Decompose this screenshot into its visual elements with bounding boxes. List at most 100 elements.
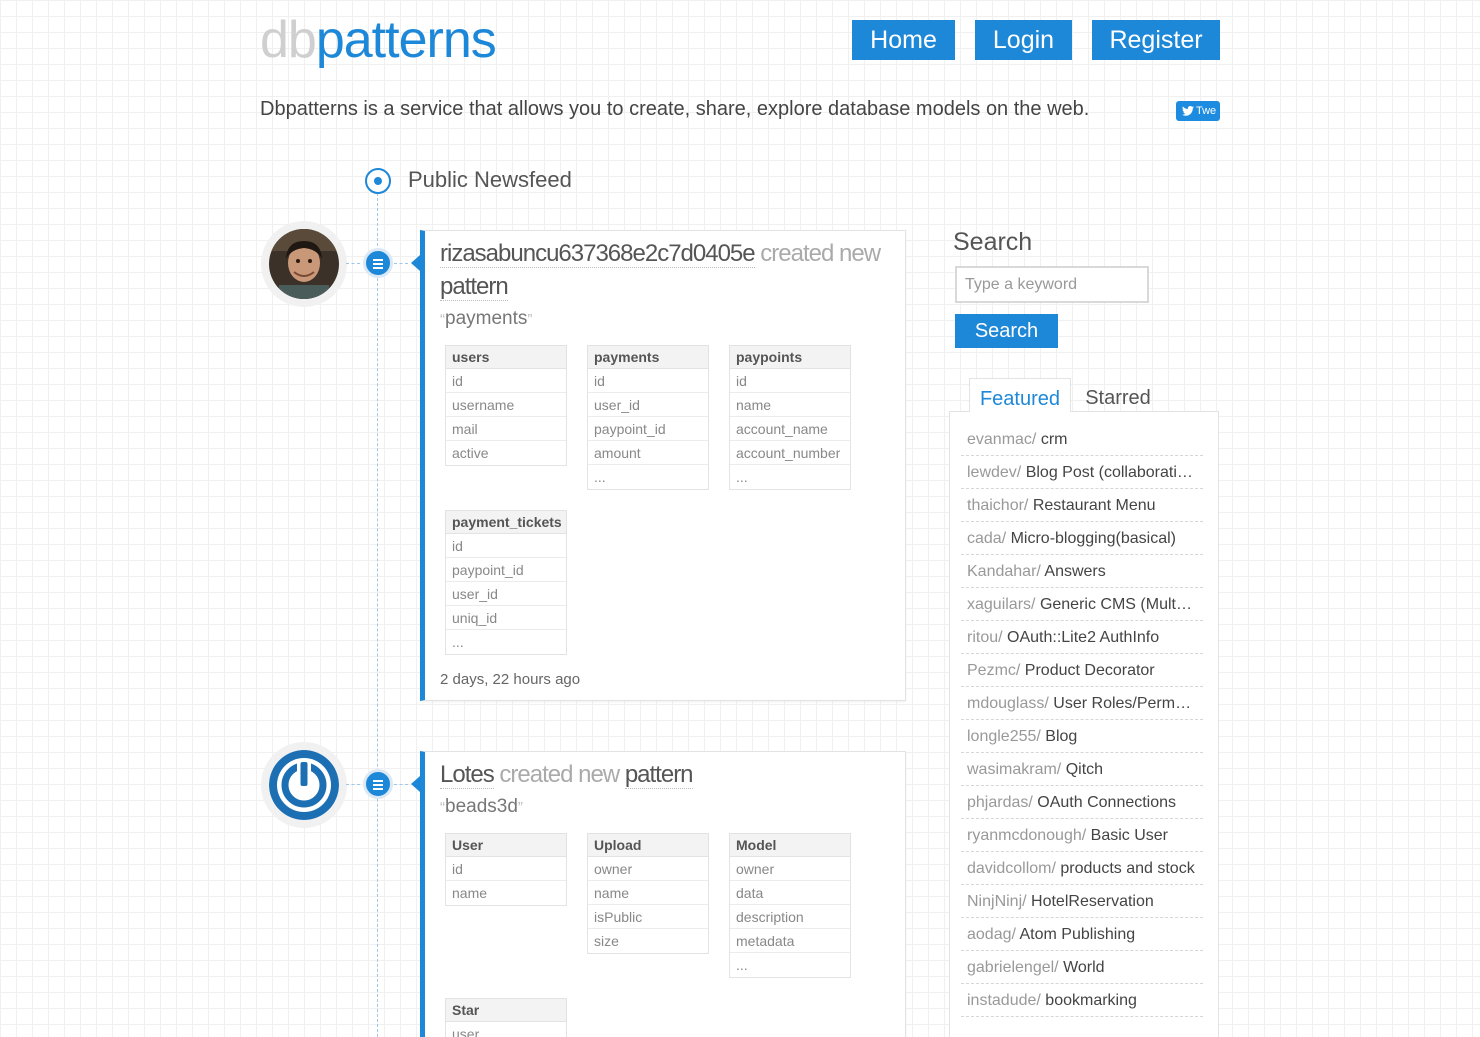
table-field: owner	[588, 857, 708, 881]
table-field: owner	[730, 857, 850, 881]
table-header: Star	[446, 999, 566, 1022]
list-item[interactable]: phjardas/ OAuth Connections	[961, 786, 1203, 819]
list-item[interactable]: Pezmc/ Product Decorator	[961, 654, 1203, 687]
pattern-owner[interactable]: xaguilars/	[967, 596, 1035, 613]
pattern-title[interactable]: crm	[1041, 431, 1068, 448]
card-arrow	[411, 776, 420, 792]
list-item[interactable]: instadude/ bookmarking	[961, 984, 1203, 1017]
pattern-owner[interactable]: Kandahar/	[967, 563, 1041, 580]
pattern-title[interactable]: Restaurant Menu	[1033, 497, 1156, 514]
table-header: payments	[588, 346, 708, 369]
card-object-link[interactable]: pattern	[624, 761, 694, 789]
table-field: user_id	[588, 393, 708, 417]
list-item[interactable]: mdouglass/ User Roles/Perm…	[961, 687, 1203, 720]
pattern-owner[interactable]: cada/	[967, 530, 1006, 547]
pattern-title[interactable]: OAuth::Lite2 AuthInfo	[1007, 629, 1159, 646]
table-star[interactable]: Star user	[445, 998, 567, 1037]
tab-starred[interactable]: Starred	[1073, 378, 1163, 412]
table-model[interactable]: Model owner data description metadata ..…	[729, 833, 851, 978]
pattern-owner[interactable]: ryanmcdonough/	[967, 827, 1086, 844]
pattern-title[interactable]: Answers	[1044, 563, 1105, 580]
table-users[interactable]: users id username mail active	[445, 345, 567, 466]
table-user[interactable]: User id name	[445, 833, 567, 906]
list-item[interactable]: xaguilars/ Generic CMS (Mult…	[961, 588, 1203, 621]
table-field: id	[446, 857, 566, 881]
table-field: name	[452, 885, 488, 901]
pattern-owner[interactable]: NinjNinj/	[967, 893, 1027, 910]
tweet-button[interactable]: Twe	[1176, 101, 1220, 121]
pattern-name[interactable]: “beads3d”	[440, 796, 523, 818]
pattern-owner[interactable]: gabrielengel/	[967, 959, 1059, 976]
card-user-link[interactable]: rizasabuncu637368e2c7d0405e	[440, 240, 756, 268]
list-item[interactable]: NinjNinj/ HotelReservation	[961, 885, 1203, 918]
table-field: username	[446, 393, 566, 417]
pattern-name[interactable]: “payments”	[440, 308, 532, 330]
pattern-title[interactable]: bookmarking	[1045, 992, 1137, 1009]
pattern-owner[interactable]: Pezmc/	[967, 662, 1020, 679]
list-item[interactable]: longle255/ Blog	[961, 720, 1203, 753]
pattern-title[interactable]: products and stock	[1060, 860, 1194, 877]
pattern-owner[interactable]: thaichor/	[967, 497, 1028, 514]
pattern-icon	[363, 769, 393, 799]
pattern-title[interactable]: OAuth Connections	[1037, 794, 1176, 811]
list-item[interactable]: Kandahar/ Answers	[961, 555, 1203, 588]
list-item[interactable]: thaichor/ Restaurant Menu	[961, 489, 1203, 522]
pattern-owner[interactable]: davidcollom/	[967, 860, 1056, 877]
pattern-owner[interactable]: longle255/	[967, 728, 1041, 745]
table-field: account_name	[730, 417, 850, 441]
search-input[interactable]	[955, 266, 1149, 303]
list-item[interactable]: lewdev/ Blog Post (collaborati…	[961, 456, 1203, 489]
pattern-owner[interactable]: aodag/	[967, 926, 1016, 943]
list-item[interactable]: davidcollom/ products and stock	[961, 852, 1203, 885]
pattern-owner[interactable]: instadude/	[967, 992, 1041, 1009]
pattern-owner[interactable]: wasimakram/	[967, 761, 1061, 778]
pattern-title[interactable]: Product Decorator	[1025, 662, 1155, 679]
avatar[interactable]	[261, 221, 347, 307]
pattern-title[interactable]: Qitch	[1066, 761, 1103, 778]
pattern-title[interactable]: Basic User	[1091, 827, 1168, 844]
list-item[interactable]: ritou/ OAuth::Lite2 AuthInfo	[961, 621, 1203, 654]
card-arrow	[411, 255, 420, 271]
table-upload[interactable]: Upload owner name isPublic size	[587, 833, 709, 954]
list-item[interactable]: ryanmcdonough/ Basic User	[961, 819, 1203, 852]
pattern-title[interactable]: Blog	[1045, 728, 1077, 745]
table-payments[interactable]: payments id user_id paypoint_id amount .…	[587, 345, 709, 490]
pattern-title[interactable]: Micro-blogging(basical)	[1011, 530, 1176, 547]
login-button[interactable]: Login	[975, 20, 1072, 60]
pattern-owner[interactable]: mdouglass/	[967, 695, 1049, 712]
list-item[interactable]: evanmac/ crm	[961, 423, 1203, 456]
pattern-owner[interactable]: phjardas/	[967, 794, 1033, 811]
pattern-list: evanmac/ crm lewdev/ Blog Post (collabora…	[961, 423, 1203, 1017]
table-paypoints[interactable]: paypoints id name account_name account_n…	[729, 345, 851, 490]
register-button[interactable]: Register	[1092, 20, 1220, 60]
list-item[interactable]: gabrielengel/ World	[961, 951, 1203, 984]
pattern-title[interactable]: Generic CMS (Mult…	[1040, 596, 1192, 613]
tab-featured[interactable]: Featured	[969, 378, 1071, 412]
power-logo-icon	[269, 750, 339, 820]
list-item[interactable]: wasimakram/ Qitch	[961, 753, 1203, 786]
pattern-title[interactable]: User Roles/Perm…	[1053, 695, 1191, 712]
pattern-title[interactable]: Atom Publishing	[1020, 926, 1136, 943]
pattern-owner[interactable]: lewdev/	[967, 464, 1021, 481]
pattern-title[interactable]: HotelReservation	[1031, 893, 1154, 910]
list-item[interactable]: cada/ Micro-blogging(basical)	[961, 522, 1203, 555]
list-item[interactable]: aodag/ Atom Publishing	[961, 918, 1203, 951]
site-logo[interactable]: dbpatterns	[260, 10, 497, 70]
pattern-title[interactable]: World	[1063, 959, 1105, 976]
card-user-link[interactable]: Lotes	[440, 761, 495, 789]
table-field: ...	[736, 957, 748, 973]
pattern-owner[interactable]: ritou/	[967, 629, 1003, 646]
table-field: ...	[594, 469, 606, 485]
home-button[interactable]: Home	[852, 20, 955, 60]
search-button[interactable]: Search	[955, 314, 1058, 348]
table-payment-tickets[interactable]: payment_tickets id paypoint_id user_id u…	[445, 510, 567, 655]
pattern-title[interactable]: Blog Post (collaborati…	[1026, 464, 1193, 481]
table-field: id	[730, 369, 850, 393]
feed-card: Lotes created new pattern “beads3d” User…	[420, 751, 906, 1037]
avatar[interactable]	[261, 742, 347, 828]
pattern-owner[interactable]: evanmac/	[967, 431, 1036, 448]
connector	[346, 784, 360, 785]
card-object-link[interactable]: pattern	[440, 273, 509, 301]
tagline: Dbpatterns is a service that allows you …	[260, 98, 1090, 120]
pattern-icon	[363, 248, 393, 278]
